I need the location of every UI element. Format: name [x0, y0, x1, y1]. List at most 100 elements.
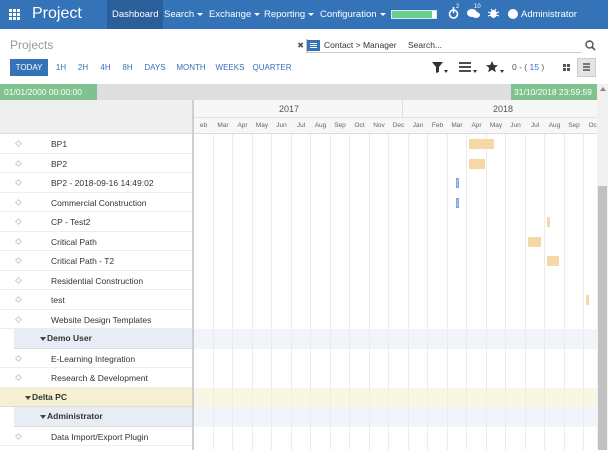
search-icon[interactable] — [585, 40, 596, 53]
scale-2h-button[interactable]: 2H — [74, 59, 92, 76]
task-diamond-icon — [14, 139, 23, 148]
month-header: eb Mar Apr May Jun Jul Aug Sep Oct Nov Dec Jan Feb Ma… — [194, 118, 597, 134]
task-bar[interactable] — [469, 139, 495, 149]
range-start-handle[interactable]: 01/01/2000 00:00:00 — [0, 84, 97, 100]
caret-down-icon[interactable] — [40, 415, 46, 419]
search-bar: Contact > Manager ✖ — [297, 37, 582, 53]
caret-down-icon[interactable] — [25, 395, 31, 400]
menu-dashboard[interactable]: Dashboard — [107, 0, 164, 29]
scale-1h-button[interactable]: 1H — [52, 59, 70, 76]
task-row[interactable]: Residential Construction — [0, 271, 193, 290]
menu-exchange-label: Exchange — [209, 9, 252, 20]
user-avatar[interactable] — [508, 9, 518, 19]
menu-reporting[interactable]: Reporting — [264, 0, 315, 29]
task-marker[interactable] — [455, 178, 459, 188]
task-row[interactable]: Critical Path - T2 — [0, 251, 193, 271]
task-bar[interactable] — [527, 236, 542, 247]
task-name: E-Learning Integration — [51, 353, 136, 364]
task-diamond-icon — [14, 217, 23, 226]
scale-weeks-button[interactable]: WEEKS — [214, 59, 246, 76]
task-row[interactable]: BP2 — [0, 154, 193, 173]
task-name: Critical Path — [51, 236, 97, 247]
close-icon[interactable]: ✖ — [297, 40, 304, 51]
task-name: Data Import/Export Plugin — [51, 431, 149, 442]
month-label: Jan — [412, 122, 424, 129]
task-row[interactable]: Critical Path — [0, 232, 193, 251]
view-list-button[interactable] — [577, 58, 596, 77]
chevron-down-icon — [254, 12, 261, 16]
year-label-2017: 2017 — [279, 104, 300, 114]
scale-today-button[interactable]: TODAY — [10, 59, 48, 76]
group-row[interactable]: Delta PC — [0, 387, 193, 407]
date-range-bar[interactable]: 01/01/2000 00:00:00 31/10/2018 23:59:59 — [0, 84, 608, 100]
task-name: Critical Path - T2 — [51, 256, 115, 266]
apps-grid-icon[interactable] — [9, 9, 20, 20]
month-label: Jul — [530, 122, 540, 129]
scale-month-button[interactable]: MONTH — [174, 59, 208, 76]
pager-total[interactable]: 15 — [529, 62, 538, 72]
scale-8h-button[interactable]: 8H — [118, 59, 137, 76]
task-bar[interactable] — [547, 256, 559, 266]
list-icon — [307, 40, 320, 51]
pager-prefix: 0 - ( — [512, 62, 530, 72]
task-bar[interactable] — [469, 158, 485, 169]
task-bar[interactable] — [547, 217, 550, 227]
range-end-handle[interactable]: 31/10/2018 23:59:59 — [511, 84, 597, 100]
pager-suffix: ) — [538, 62, 545, 72]
task-row[interactable]: Data Import/Export Plugin — [0, 427, 193, 446]
task-row[interactable]: BP2 - 2018-09-16 14:49:02 — [0, 173, 193, 193]
month-label: Mar — [451, 122, 463, 129]
month-label: May — [489, 122, 503, 129]
task-row[interactable]: BP1 — [0, 134, 193, 154]
facet-label: Contact > Manager — [324, 40, 397, 50]
scale-days-button[interactable]: DAYS — [141, 59, 169, 76]
task-row[interactable]: CP - Test2 — [0, 212, 193, 232]
top-navbar: Project Dashboard Search Exchange Report… — [0, 0, 608, 49]
group-row[interactable]: Demo User — [14, 329, 193, 349]
year-label-2018: 2018 — [493, 104, 514, 114]
month-label: Jun — [276, 122, 287, 129]
task-marker[interactable] — [455, 197, 459, 208]
filter-icon[interactable] — [432, 62, 448, 76]
breadcrumb[interactable]: Projects — [10, 38, 53, 52]
scale-4h-button[interactable]: 4H — [96, 59, 115, 76]
scale-quarter-button[interactable]: QUARTER — [252, 59, 292, 76]
task-row[interactable]: test — [0, 290, 193, 310]
task-name: CP - Test2 — [51, 217, 91, 227]
vertical-scrollbar[interactable] — [597, 84, 608, 450]
chevron-down-icon — [197, 12, 204, 16]
pane-divider[interactable] — [192, 100, 194, 450]
gantt-chart: 2017 2018 eb Mar Apr May Jun Jul Aug Sep Oct Nov D… — [0, 100, 597, 450]
month-label: Apr — [237, 122, 248, 129]
star-icon[interactable] — [486, 61, 504, 76]
month-label: Jun — [510, 122, 521, 129]
view-gantt-button[interactable] — [557, 58, 576, 77]
task-row[interactable]: Commercial Construction — [0, 193, 193, 212]
task-row[interactable]: Research & Development — [0, 368, 193, 388]
task-row[interactable]: Website Design Templates — [0, 310, 193, 329]
month-label: Feb — [431, 122, 444, 129]
year-divider — [402, 100, 403, 118]
menu-search-label: Search — [164, 9, 195, 20]
menu-configuration-label: Configuration — [320, 9, 377, 20]
group-row[interactable]: Administrator — [14, 407, 193, 427]
menu-exchange[interactable]: Exchange — [209, 0, 261, 29]
menu-dashboard-label: Dashboard — [112, 9, 159, 20]
menu-search[interactable]: Search — [164, 0, 204, 29]
task-name: BP2 - 2018-09-16 14:49:02 — [51, 178, 154, 188]
task-row[interactable]: E-Learning Integration — [0, 349, 193, 368]
task-bar[interactable] — [586, 295, 589, 305]
bug-icon[interactable] — [487, 7, 500, 23]
scroll-thumb[interactable] — [598, 186, 607, 450]
menu-configuration[interactable]: Configuration — [320, 0, 386, 29]
group-by-icon[interactable] — [459, 62, 477, 76]
month-label: Mar — [217, 122, 229, 129]
task-name: Research & Development — [51, 373, 148, 383]
caret-down-icon[interactable] — [40, 337, 46, 341]
search-input[interactable] — [408, 39, 578, 51]
task-diamond-icon — [14, 315, 23, 323]
month-label: Jul — [296, 122, 306, 129]
month-label: Aug — [314, 122, 327, 129]
scroll-up-arrow-icon[interactable] — [600, 87, 606, 91]
task-diamond-icon — [14, 237, 23, 245]
